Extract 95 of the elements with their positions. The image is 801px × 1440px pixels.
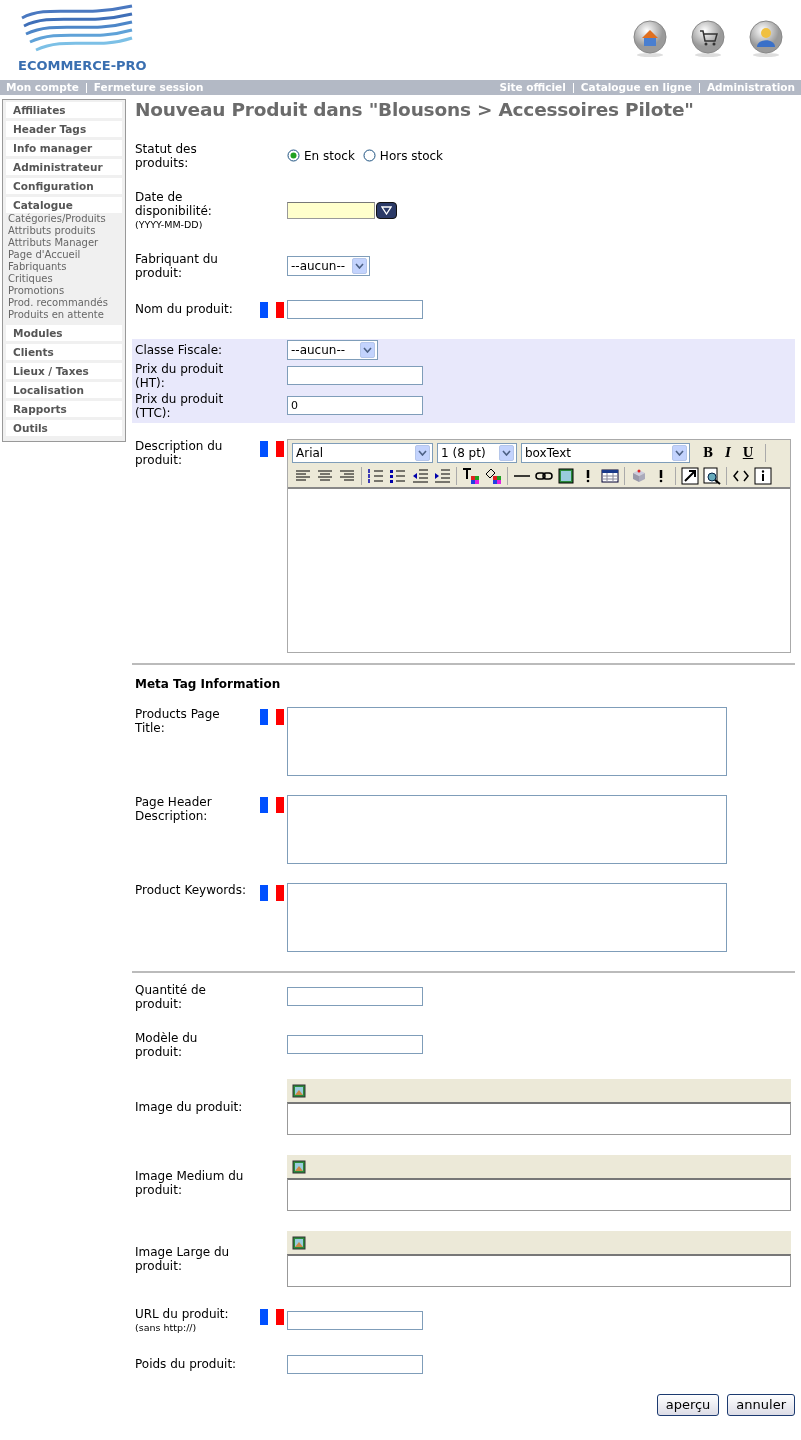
field-label: Image du produit: (135, 1099, 243, 1114)
sidebar-item[interactable]: Localisation (6, 382, 122, 398)
text-field[interactable]: 0 (287, 396, 423, 416)
caret-icon (418, 449, 427, 456)
text-area[interactable] (287, 706, 727, 776)
sidebar-item[interactable]: Outils (6, 420, 122, 436)
field-hint: (sans http://) (135, 1321, 198, 1335)
caret-icon (675, 449, 684, 456)
sidebar-item[interactable]: Clients (6, 344, 122, 360)
preview-button[interactable]: aperçu (656, 1393, 720, 1416)
preview-icon[interactable] (703, 466, 721, 485)
cart-button[interactable] (691, 20, 725, 58)
field-label: Classe Fiscale: (135, 342, 223, 357)
expand-icon[interactable] (681, 466, 699, 485)
file-field[interactable] (287, 1177, 791, 1211)
sidebar-item[interactable]: Lieux / Taxes (6, 363, 122, 379)
home-button[interactable] (633, 20, 667, 58)
sidebar-subitem[interactable]: Page d'Accueil (8, 249, 122, 261)
image-icon[interactable] (292, 1236, 306, 1251)
file-field[interactable] (287, 1101, 791, 1135)
page-title: Nouveau Produit dans "Blousons > Accessoires Pilote" (135, 98, 695, 122)
field-label: Poids du produit: (135, 1357, 237, 1372)
radio-label: En stock (304, 147, 355, 165)
field-label: Modèle du produit: (135, 1030, 198, 1059)
underline-button[interactable]: U (738, 443, 758, 462)
field-label: Date de disponibilité: (135, 189, 212, 218)
triangle-icon (381, 206, 392, 216)
sidebar-subitem[interactable]: Promotions (8, 285, 122, 297)
italic-button[interactable]: I (718, 443, 738, 462)
date-field[interactable] (287, 202, 375, 220)
size-dropdown[interactable]: 1 (8 pt) (437, 442, 517, 463)
sidebar-subitem[interactable]: Catégories/Produits (8, 213, 122, 225)
section-heading: Meta Tag Information (135, 675, 282, 693)
text-color-icon[interactable] (462, 466, 480, 485)
field-label: Image Large du produit: (135, 1244, 230, 1273)
bold-button[interactable]: B (698, 443, 718, 462)
field-label: Products Page Title: (135, 706, 220, 735)
sidebar-subitem[interactable]: Attributs Manager (8, 237, 122, 249)
text-field[interactable] (287, 1035, 423, 1055)
sidebar-subitem[interactable]: Prod. recommandés (8, 297, 122, 309)
field-label: Nom du produit: (135, 302, 233, 317)
text-field[interactable] (287, 1354, 423, 1374)
sidebar-item[interactable]: Modules (6, 325, 122, 341)
field-label: Image Medium du produit: (135, 1168, 244, 1197)
text-area[interactable] (287, 794, 727, 864)
text-field[interactable] (287, 366, 423, 386)
field-label: Statut des produits: (135, 141, 197, 170)
table-icon[interactable] (601, 466, 619, 485)
logo-text: ECOMMERCE-PRO (18, 57, 147, 75)
sidebar-subitem[interactable]: Critiques (8, 273, 122, 285)
field-label: URL du produit: (135, 1306, 229, 1321)
field-label: Quantité de produit: (135, 982, 206, 1011)
numbered-list-icon[interactable] (367, 466, 385, 485)
field-label: Prix du produit (HT): (135, 361, 224, 390)
text-field[interactable] (287, 1311, 423, 1331)
indent-icon[interactable] (433, 466, 451, 485)
outdent-icon[interactable] (411, 466, 429, 485)
sidebar-subitem[interactable]: Fabriquants (8, 261, 122, 273)
sidebar-item[interactable]: Header Tags (6, 121, 122, 137)
field-label: Description du produit: (135, 438, 223, 467)
fill-color-icon[interactable] (484, 466, 502, 485)
field-label: Fabriquant du produit: (135, 251, 218, 280)
caret-icon (355, 262, 364, 269)
image-icon[interactable] (292, 1084, 306, 1099)
radio-button[interactable] (287, 149, 300, 163)
caret-icon (502, 449, 511, 456)
dropdown[interactable]: --aucun-- (287, 339, 378, 360)
image-icon[interactable] (292, 1160, 306, 1175)
field-label: Page Header Description: (135, 794, 212, 823)
image-icon[interactable] (557, 466, 575, 485)
text-area[interactable] (287, 882, 727, 952)
field-label: Product Keywords: (135, 882, 246, 897)
sidebar-item[interactable]: Catalogue (6, 197, 122, 213)
sidebar-subitem[interactable]: Produits en attente (8, 309, 122, 321)
font-dropdown[interactable]: Arial (292, 442, 433, 463)
style-dropdown[interactable]: boxText (521, 442, 690, 463)
user-button[interactable] (749, 20, 783, 58)
sidebar-item[interactable]: Info manager (6, 140, 122, 156)
sidebar-item[interactable]: Administrateur (6, 159, 122, 175)
calendar-button[interactable] (376, 202, 397, 220)
radio-button[interactable] (362, 149, 376, 163)
sidebar-item[interactable]: Configuration (6, 178, 122, 194)
info-icon[interactable] (754, 466, 772, 485)
field-hint: (YYYY-MM-DD) (135, 218, 204, 232)
cancel-button[interactable]: annuler (727, 1393, 795, 1416)
text-field[interactable] (287, 299, 423, 319)
file-field[interactable] (287, 1253, 791, 1287)
caret-icon (363, 346, 372, 353)
sidebar-item[interactable]: Rapports (6, 401, 122, 417)
sidebar-item[interactable]: Affiliates (6, 102, 122, 118)
text-field[interactable] (287, 987, 423, 1007)
field-label: Prix du produit (TTC): (135, 391, 224, 420)
sidebar-subitem[interactable]: Attributs produits (8, 225, 122, 237)
radio-label: Hors stock (379, 147, 444, 165)
dropdown[interactable]: --aucun-- (287, 255, 370, 276)
